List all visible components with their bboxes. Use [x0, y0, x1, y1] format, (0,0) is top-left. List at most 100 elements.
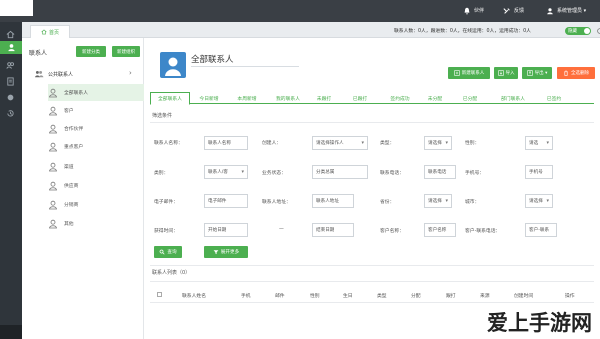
col-actions[interactable]: 操作	[565, 292, 575, 299]
group-item-distributors[interactable]: 分销商	[48, 196, 144, 213]
visibility-toggle[interactable]: 隐藏	[565, 27, 591, 35]
caret-down-icon: ▾	[241, 169, 244, 175]
mobile-label: 手机号：	[465, 171, 485, 176]
gender-select[interactable]: 请选 ▾	[525, 136, 553, 150]
nav-home[interactable]	[4, 28, 17, 41]
biz-status-select[interactable]: 分类总属	[312, 165, 368, 179]
nav-documents[interactable]	[4, 75, 17, 88]
tab-assigned[interactable]: 已分配	[456, 92, 484, 104]
export-icon	[526, 70, 533, 76]
col-mobile[interactable]: 手机	[241, 292, 251, 299]
group-item-customers[interactable]: 客户	[48, 102, 144, 119]
group-item-key-customers[interactable]: 重点客户	[48, 138, 144, 155]
group-item-suppliers[interactable]: 供应商	[48, 177, 144, 194]
col-email[interactable]: 邮件	[275, 292, 285, 299]
end-date-input[interactable]: 结束日期	[312, 223, 354, 237]
circle-icon	[7, 94, 14, 101]
search-button[interactable]: 查询	[154, 246, 182, 258]
new-org-button[interactable]: 新建组织	[112, 46, 140, 57]
tab-unassigned[interactable]: 未分配	[421, 92, 449, 104]
group-icon	[35, 70, 44, 78]
search-label: 查询	[167, 250, 177, 255]
tab-signed-success[interactable]: 签约成功	[382, 92, 418, 104]
col-created[interactable]: 创建时间	[514, 292, 533, 299]
select-all-checkbox[interactable]	[157, 292, 162, 297]
category-select[interactable]: 联系人/客 ▾	[204, 165, 248, 179]
tree-root[interactable]: 公共联系人	[34, 69, 144, 79]
col-source[interactable]: 来源	[480, 292, 490, 299]
mobile-input[interactable]: 手机号	[525, 165, 553, 179]
start-date-input[interactable]: 开始日期	[204, 223, 248, 237]
history-icon	[7, 110, 14, 117]
import-label: 导入	[505, 71, 515, 76]
nav-circle[interactable]	[4, 91, 17, 104]
trash-icon	[564, 70, 568, 76]
new-contact-button[interactable]: 新建联系人	[448, 67, 490, 79]
search-icon	[159, 249, 165, 255]
province-select[interactable]: 请选择 ▾	[424, 194, 452, 208]
group-item-partners[interactable]: 合作伙伴	[48, 120, 144, 137]
tab-my-contacts[interactable]: 我的联系人	[268, 92, 308, 104]
customer-contact-input[interactable]: 客户-联系	[525, 223, 557, 237]
province-select-value: 请选择	[428, 199, 442, 204]
tab-contracted[interactable]: 已签约	[540, 92, 568, 104]
nav-group[interactable]	[4, 59, 17, 72]
feedback-menu[interactable]: 反馈	[503, 5, 524, 16]
tab-followed[interactable]: 已跟打	[346, 92, 374, 104]
email-input[interactable]: 电子邮件	[204, 194, 248, 208]
category-select-value: 联系人/客	[208, 170, 228, 175]
col-birthday[interactable]: 生日	[343, 292, 353, 299]
tab-dept-contacts[interactable]: 部门联系人	[492, 92, 534, 104]
col-assign[interactable]: 分配	[411, 292, 421, 299]
contact-name-input[interactable]: 联系人名称	[204, 136, 248, 150]
tab-bar: 首页 联系人数：0人，跟进数：0人，在线运用：0人，运用成功：0人 隐藏	[22, 22, 600, 38]
tab-this-week[interactable]: 本周新增	[230, 92, 264, 104]
tab-home[interactable]: 首页	[30, 25, 70, 38]
city-select[interactable]: 请选择 ▾	[525, 194, 553, 208]
person-outline-icon	[49, 88, 57, 97]
expand-filter-button[interactable]: 展开更多	[204, 246, 248, 258]
user-menu[interactable]: 系统管理员 ▾	[546, 5, 586, 16]
bell-icon	[464, 7, 470, 14]
person-outline-icon	[49, 219, 57, 228]
contact-phone-input[interactable]: 联系电话	[424, 165, 456, 179]
nav-history[interactable]	[4, 107, 17, 120]
caret-down-icon: ▾	[445, 140, 448, 146]
type-label: 类型：	[380, 141, 395, 146]
group-item-all[interactable]: 全部联系人	[48, 84, 144, 101]
export-button[interactable]: 导出 ▾	[522, 67, 552, 79]
plus-icon	[454, 70, 460, 76]
group-item-label: 供应商	[64, 184, 79, 189]
left-nav	[0, 22, 22, 339]
address-input[interactable]: 联系人地址	[312, 194, 354, 208]
creator-select-value: 请选择操作人	[316, 141, 344, 146]
col-contact-name[interactable]: 联系人姓名	[182, 292, 206, 299]
person-outline-icon	[49, 142, 57, 151]
import-button[interactable]: 导入	[494, 67, 518, 79]
customer-name-input[interactable]: 客户名称	[424, 223, 456, 237]
type-select[interactable]: 请选择 ▾	[424, 136, 452, 150]
partner-menu[interactable]: 伙伴	[463, 5, 484, 16]
tab-not-followed[interactable]: 未跟打	[310, 92, 338, 104]
toggle-knob	[584, 28, 590, 34]
customer-contact-label: 客户-联系电话：	[465, 229, 501, 234]
new-group-button[interactable]: 新建分类	[76, 46, 106, 57]
export-label: 导出 ▾	[534, 71, 548, 76]
tab-all-contacts[interactable]: 全部联系人	[150, 92, 190, 105]
creator-select[interactable]: 请选择操作人 ▾	[312, 136, 368, 150]
group-item-others[interactable]: 其他	[48, 215, 144, 232]
filter-section-title: 筛选条件	[152, 113, 173, 119]
tab-today[interactable]: 今日新增	[192, 92, 226, 104]
col-gender[interactable]: 性别	[310, 292, 320, 299]
chevron-right-icon[interactable]: ›	[129, 69, 132, 77]
col-type[interactable]: 类型	[377, 292, 387, 299]
logo	[0, 0, 33, 16]
nav-contacts[interactable]	[0, 41, 22, 54]
refresh-icon[interactable]	[596, 27, 600, 35]
city-select-value: 请选择	[529, 199, 543, 204]
home-icon	[41, 29, 47, 35]
group-item-channels[interactable]: 渠道	[48, 158, 144, 175]
home-icon	[6, 30, 15, 39]
delete-all-button[interactable]: 全选删除	[557, 67, 595, 79]
col-follow[interactable]: 跟打	[446, 292, 456, 299]
